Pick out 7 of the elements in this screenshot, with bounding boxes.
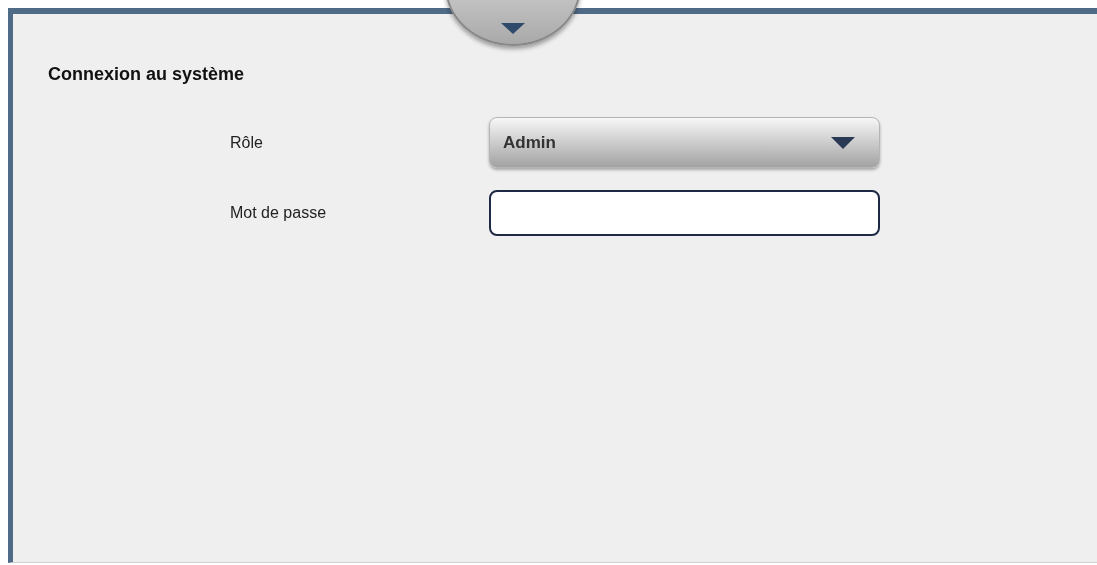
section-title: Connexion au système xyxy=(48,64,246,85)
role-dropdown[interactable]: Admin xyxy=(489,117,880,168)
field-label: Mot de passe xyxy=(230,204,328,222)
caret-icon xyxy=(831,136,855,149)
password-field[interactable] xyxy=(489,190,880,236)
caret-icon xyxy=(501,23,525,34)
field-label: Rôle xyxy=(230,133,264,152)
